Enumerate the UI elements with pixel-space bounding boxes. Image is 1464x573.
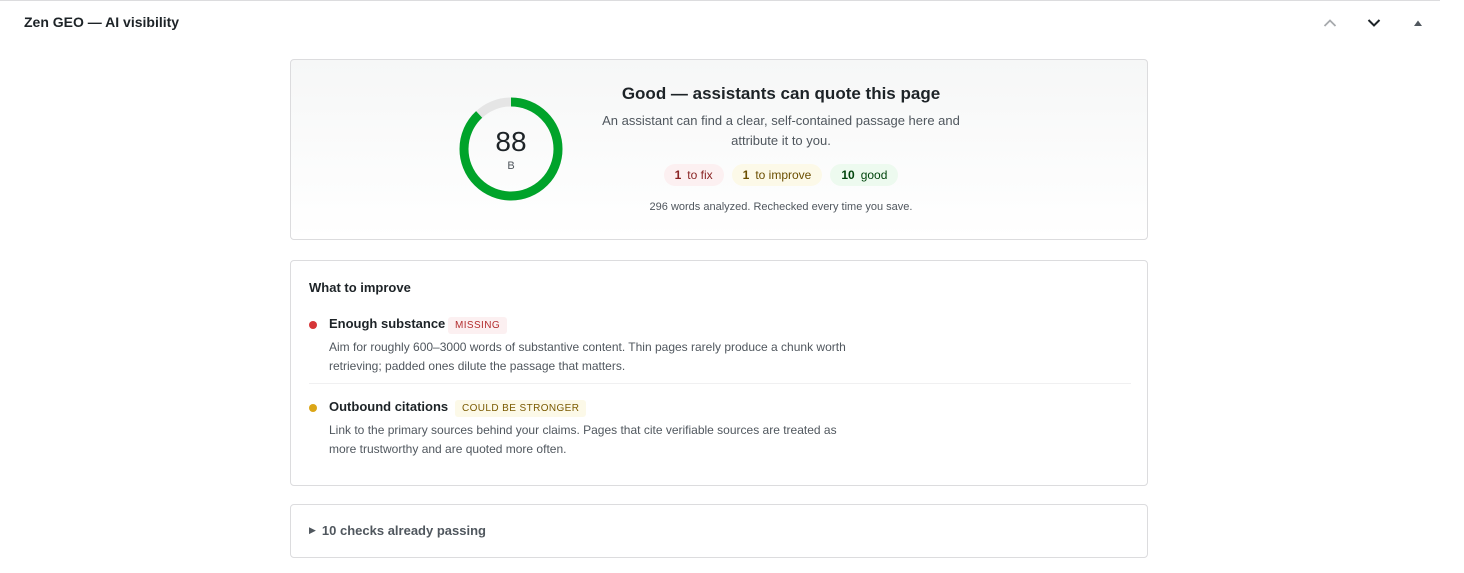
check-description: Aim for roughly 600–3000 words of substa… <box>329 340 846 373</box>
to-fix-label: to fix <box>687 168 713 182</box>
analysis-note: 296 words analyzed. Rechecked every time… <box>649 201 913 213</box>
chevron-up-icon <box>1323 19 1337 27</box>
caret-right-icon: ▶ <box>309 525 316 535</box>
to-fix-count: 1 <box>674 168 682 182</box>
check-name: Enough substance <box>329 316 446 331</box>
status-pills: 1 to fix 1 to improve 10 good <box>581 164 981 186</box>
missing-tag: MISSING <box>448 317 508 334</box>
to-improve-badge: 1 to improve <box>731 164 823 186</box>
improve-title: What to improve <box>309 280 411 295</box>
verdict-summary: An assistant can find a clear, self-cont… <box>602 113 960 148</box>
panel-title: Zen GEO — AI visibility <box>24 14 180 30</box>
chevron-down-icon <box>1367 19 1381 27</box>
good-count: 10 <box>841 168 855 182</box>
to-fix-badge: 1 to fix <box>663 164 724 186</box>
good-badge: 10 good <box>830 164 899 186</box>
item-divider <box>309 383 1131 384</box>
to-improve-label: to improve <box>755 168 812 182</box>
warning-dot-icon <box>309 404 317 412</box>
toggle-panel-button[interactable] <box>1406 11 1430 35</box>
check-name: Outbound citations <box>329 399 449 414</box>
passing-label: 10 checks already passing <box>321 523 486 538</box>
check-description: Link to the primary sources behind your … <box>329 423 837 456</box>
score-value: 88 <box>495 126 527 157</box>
to-improve-count: 1 <box>742 168 750 182</box>
move-up-button[interactable] <box>1318 11 1342 35</box>
score-card: 88 B Good — assistants can quote this pa… <box>290 59 1148 240</box>
could-be-stronger-tag: COULD BE STRONGER <box>455 400 587 417</box>
passing-toggle[interactable]: ▶ 10 checks already passing <box>309 523 486 538</box>
panel-header: Zen GEO — AI visibility <box>0 1 1440 45</box>
missing-dot-icon <box>309 321 317 329</box>
score-grade: B <box>507 160 515 172</box>
verdict-title: Good — assistants can quote this page <box>621 84 941 103</box>
caret-up-icon <box>1414 20 1422 26</box>
improve-card: What to improve Enough substance MISSING… <box>290 260 1148 486</box>
good-label: good <box>860 168 888 182</box>
passing-card: ▶ 10 checks already passing <box>290 504 1148 558</box>
move-down-button[interactable] <box>1362 11 1386 35</box>
